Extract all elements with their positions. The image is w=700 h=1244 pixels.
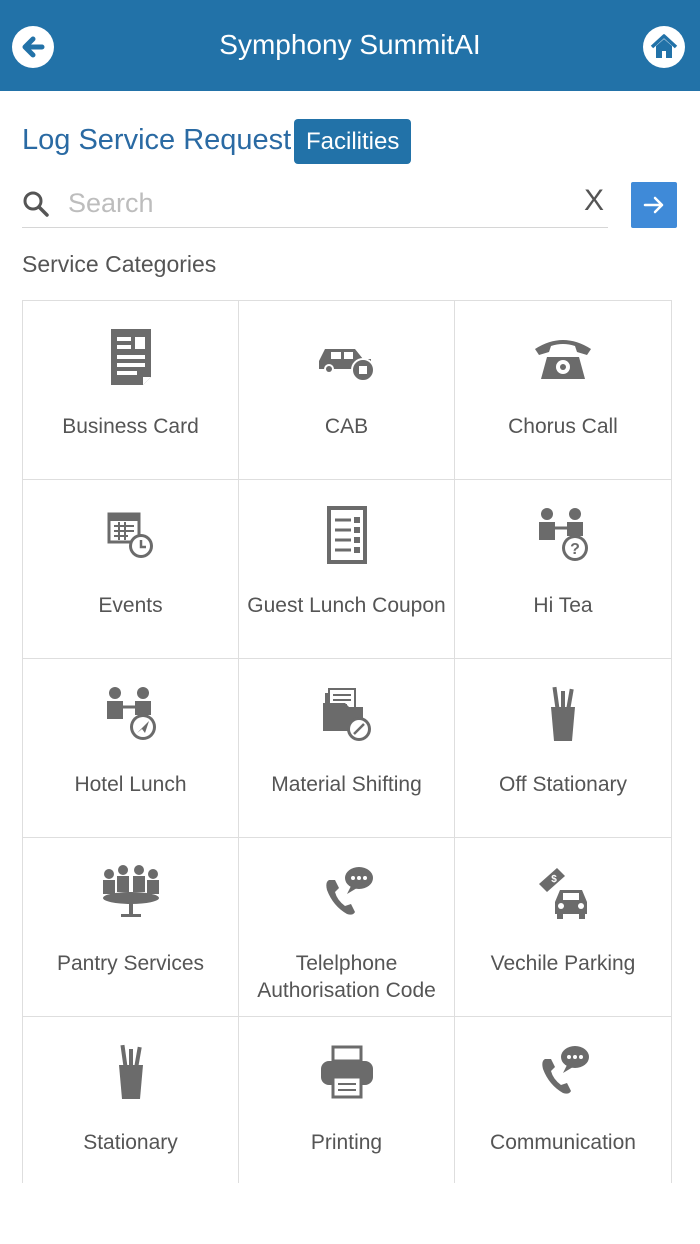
tile-events[interactable]: Events	[23, 480, 239, 659]
tile-hotel-lunch[interactable]: Hotel Lunch	[23, 659, 239, 838]
cab-icon	[318, 349, 375, 382]
tile-label: Off Stationary	[498, 773, 627, 796]
tile-material-shifting[interactable]: Material Shifting	[239, 659, 455, 838]
section-label: Service Categories	[22, 251, 217, 277]
home-icon	[650, 34, 678, 58]
tile-label: Business Card	[62, 415, 199, 438]
tile-label: Material Shifting	[271, 773, 422, 796]
pen-cup-icon	[551, 686, 575, 741]
tile-label: Pantry Services	[56, 952, 205, 975]
tile-off-stationary[interactable]: Off Stationary	[455, 659, 672, 838]
folder-compass-icon	[322, 688, 371, 741]
tile-guest-lunch-coupon[interactable]: Guest Lunch Coupon	[239, 480, 455, 659]
search-submit-button[interactable]	[631, 182, 677, 228]
home-button[interactable]	[643, 26, 685, 68]
tile-pantry-services[interactable]: Pantry Services	[23, 838, 239, 1017]
search-input[interactable]	[66, 184, 570, 222]
tile-label: Chorus Call	[508, 415, 618, 438]
telephone-icon	[535, 340, 591, 379]
round-table-icon	[102, 865, 159, 917]
printer-icon	[320, 1045, 373, 1099]
arrow-right-icon	[643, 196, 664, 214]
tile-cab[interactable]: CAB	[239, 301, 455, 480]
meeting-help-icon: ?	[539, 508, 588, 561]
pen-cup-icon	[118, 1044, 143, 1099]
tile-vechile-parking[interactable]: $ Vechile Parking	[455, 838, 672, 1017]
tile-label: Events	[98, 594, 163, 617]
tile-chorus-call[interactable]: Chorus Call	[455, 301, 672, 480]
app-title: Symphony SummitAI	[219, 29, 481, 60]
app-header: Symphony SummitAI	[0, 0, 700, 91]
clear-search-button[interactable]: X	[584, 184, 604, 218]
tile-telephone-authorisation-code[interactable]: Telelphone Authorisation Code	[239, 838, 455, 1017]
tile-hi-tea[interactable]: ? Hi Tea	[455, 480, 672, 659]
search-bar: X	[22, 180, 608, 228]
tile-label: Communication	[490, 1131, 636, 1154]
tile-label: Hi Tea	[533, 594, 593, 617]
tile-stationary[interactable]: Stationary	[23, 1017, 239, 1183]
svg-text:?: ?	[570, 541, 580, 558]
tile-communication[interactable]: Communication	[455, 1017, 672, 1183]
calendar-clock-icon	[107, 512, 153, 558]
category-grid: Business Card CAB Chorus Call Events Gue…	[22, 300, 672, 1183]
phone-chat-icon	[325, 867, 373, 915]
page-title: Log Service Request	[22, 124, 292, 156]
tile-label: Vechile Parking	[490, 952, 636, 975]
meeting-navigation-icon	[106, 687, 156, 740]
tile-label: Telelphone Authorisation Code	[257, 952, 436, 1002]
tile-label: Stationary	[83, 1131, 178, 1154]
tile-label: Printing	[310, 1131, 383, 1154]
tile-label: Guest Lunch Coupon	[247, 594, 446, 617]
tile-label: CAB	[324, 415, 369, 438]
svg-text:$: $	[551, 874, 557, 885]
phone-chat-icon	[542, 1046, 589, 1094]
tile-business-card[interactable]: Business Card	[23, 301, 239, 480]
checklist-icon	[326, 506, 367, 564]
category-chip[interactable]: Facilities	[294, 119, 412, 164]
tile-printing[interactable]: Printing	[239, 1017, 455, 1183]
car-parking-icon: $	[539, 868, 587, 919]
business-card-icon	[110, 329, 151, 385]
tile-label: Hotel Lunch	[74, 773, 187, 796]
search-icon	[23, 191, 49, 217]
